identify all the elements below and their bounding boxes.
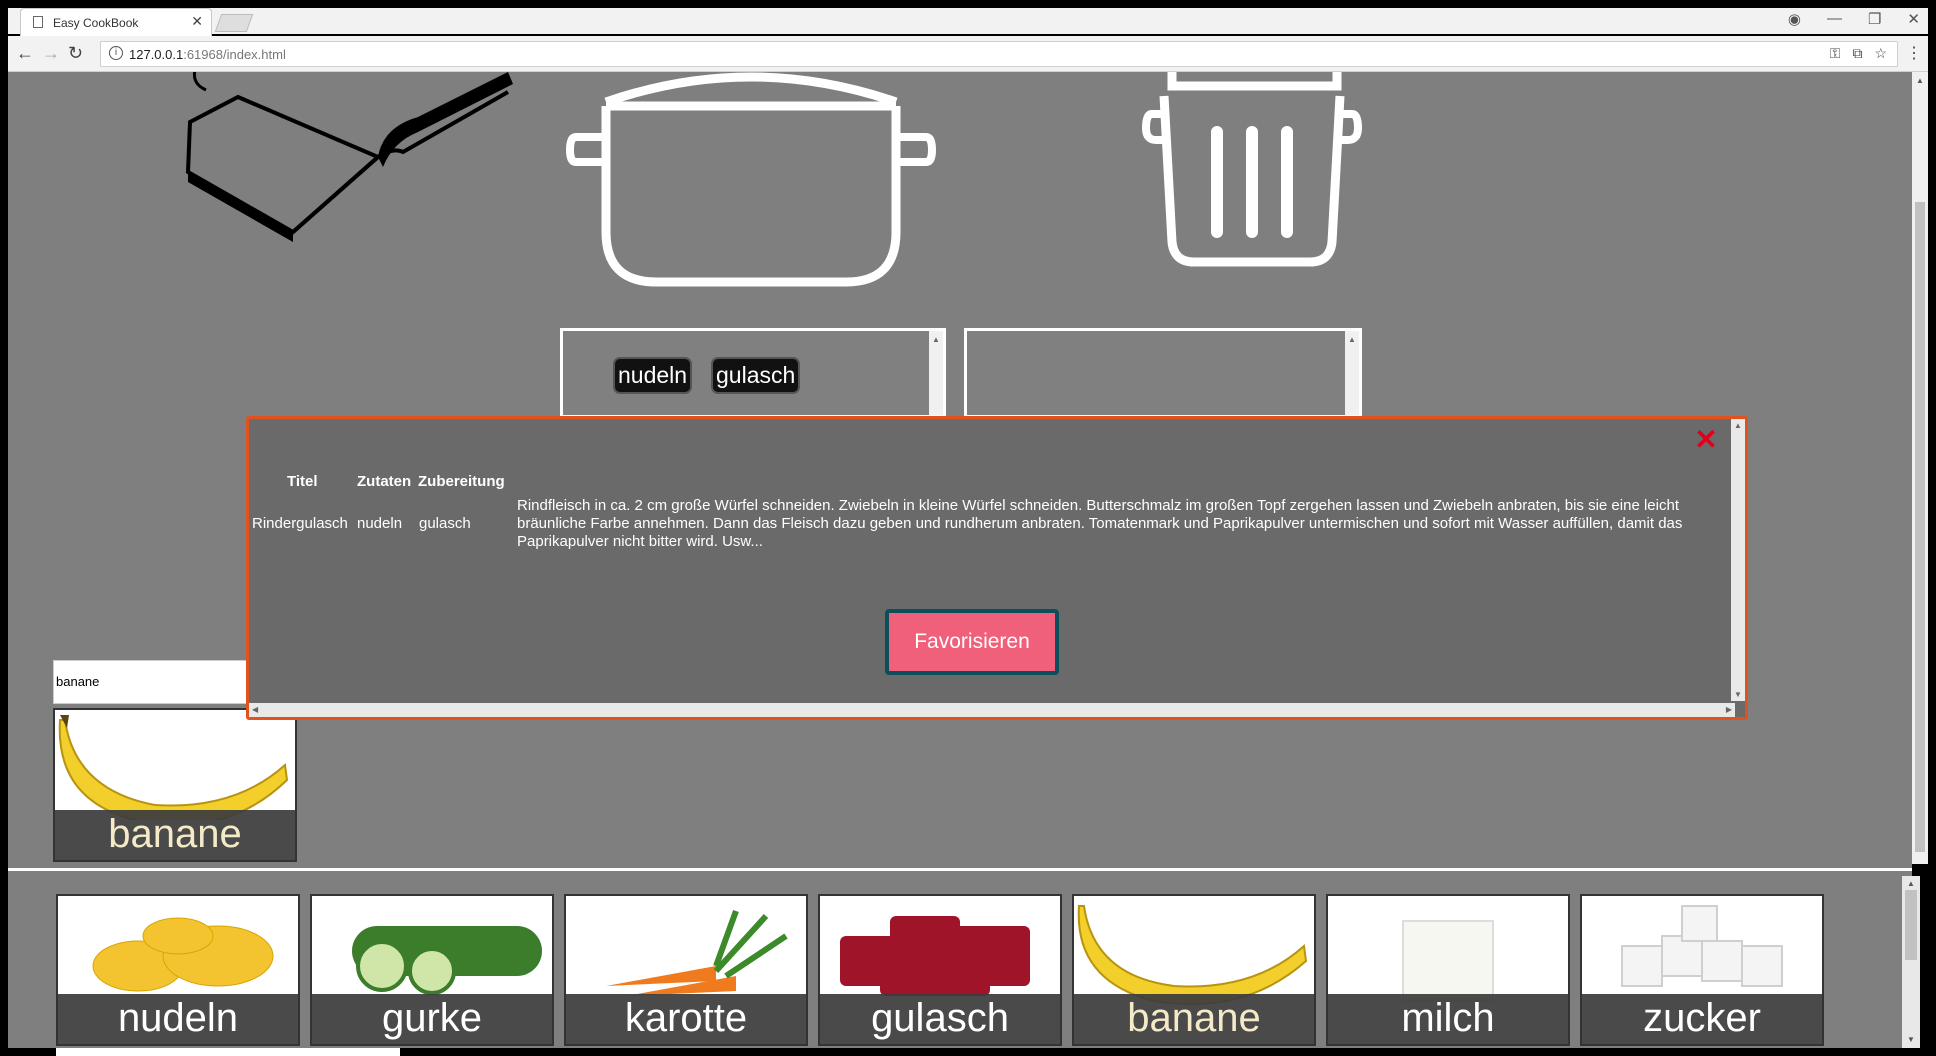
window-controls: ◉ — ❐ ✕ [1788,10,1920,28]
tab-title: Easy CookBook [53,16,139,30]
recipe-preparation: Rindfleisch in ca. 2 cm große Würfel sch… [517,497,1683,550]
nudeln-image [58,896,298,996]
page-scrollbar-thumb[interactable] [1915,202,1925,852]
column-header-title: Titel [287,473,318,490]
ingredient-card-zucker[interactable]: zucker [1580,894,1824,1046]
ingredient-label: banane [1074,994,1314,1044]
shelf-scrollbar-thumb[interactable] [1905,890,1917,960]
close-tab-icon[interactable]: ✕ [191,13,203,30]
ingredient-search-input[interactable]: banane [53,660,253,704]
ingredient-label: karotte [566,994,806,1044]
karotte-image [566,896,806,996]
ingredient-card-gurke[interactable]: gurke [310,894,554,1046]
ingredient-card-milch[interactable]: milch [1326,894,1570,1046]
recipe-title: Rindergulasch [252,515,348,532]
star-icon[interactable]: ☆ [1874,45,1887,62]
list-scrollbar[interactable]: ▲ [1345,331,1359,415]
close-window-button[interactable]: ✕ [1907,10,1920,28]
info-icon[interactable]: i [109,46,123,60]
modal-horizontal-scrollbar[interactable]: ◀ ▶ [249,703,1735,717]
page-icon [33,16,43,28]
list-scrollbar[interactable]: ▲ [929,331,943,415]
address-bar[interactable]: i 127.0.0.1:61968/index.html ⚿ ⧉ ☆ [100,41,1898,67]
ingredient-label: milch [1328,994,1568,1044]
minimize-button[interactable]: — [1827,10,1842,28]
ingredient-label: zucker [1582,994,1822,1044]
recipe-ingredient: gulasch [419,515,471,532]
browser-titlebar [8,8,1928,34]
ingredient-card-nudeln[interactable]: nudeln [56,894,300,1046]
pot-ingredient-list[interactable]: nudeln gulasch ▲ [560,328,946,418]
banane-image [1074,896,1314,1006]
banana-image [55,710,295,826]
search-result-label: banane [55,810,295,860]
menu-icon[interactable]: ⋮ [1906,43,1922,63]
trash-icon[interactable] [1142,72,1362,272]
close-icon[interactable]: ✕ [1693,426,1719,454]
milch-image [1328,896,1568,1002]
ingredient-label: nudeln [58,994,298,1044]
column-header-ingredients: Zutaten [357,473,412,490]
browser-toolbar: ← → ↻ i 127.0.0.1:61968/index.html ⚿ ⧉ ☆… [8,36,1928,72]
reload-icon[interactable]: ↻ [68,43,83,64]
url-text: 127.0.0.1:61968/index.html [129,47,286,62]
zucker-image [1582,896,1822,996]
ingredient-card-karotte[interactable]: karotte [564,894,808,1046]
page-scrollbar[interactable]: ▲ [1912,72,1928,864]
recipe-modal: ✕ Titel Zutaten Zubereitung Rindergulasc… [246,416,1748,720]
ingredient-card-banane[interactable]: banane [1072,894,1316,1046]
new-tab-button[interactable] [214,14,254,32]
favorite-button[interactable]: Favorisieren [885,609,1059,675]
status-bar [56,1048,400,1056]
book-icon[interactable] [178,72,528,242]
modal-vertical-scrollbar[interactable]: ▲ ▼ [1731,419,1745,701]
translate-icon[interactable]: ⧉ [1852,45,1862,62]
ingredient-label: gulasch [820,994,1060,1044]
search-result-card[interactable]: banane [53,708,297,862]
gurke-image [312,896,552,996]
recipe-ingredient: nudeln [357,515,403,532]
forward-arrow-icon[interactable]: → [42,43,60,64]
column-header-preparation: Zubereitung [418,473,505,490]
gulasch-image [820,896,1060,996]
pot-icon[interactable] [566,72,936,292]
ingredient-label: gurke [312,994,552,1044]
shelf-scrollbar[interactable]: ▲ ▼ [1902,876,1920,1048]
address-bar-icons: ⚿ ⧉ ☆ [1830,45,1887,62]
account-icon[interactable]: ◉ [1788,10,1801,28]
back-arrow-icon[interactable]: ← [16,43,34,64]
restore-button[interactable]: ❐ [1868,10,1881,28]
pot-chip[interactable]: gulasch [711,357,801,394]
key-icon[interactable]: ⚿ [1830,45,1841,62]
ingredient-card-gulasch[interactable]: gulasch [818,894,1062,1046]
browser-tab[interactable]: Easy CookBook ✕ [20,8,212,36]
pot-chip[interactable]: nudeln [613,357,693,394]
trash-ingredient-list[interactable]: ▲ [964,328,1362,418]
